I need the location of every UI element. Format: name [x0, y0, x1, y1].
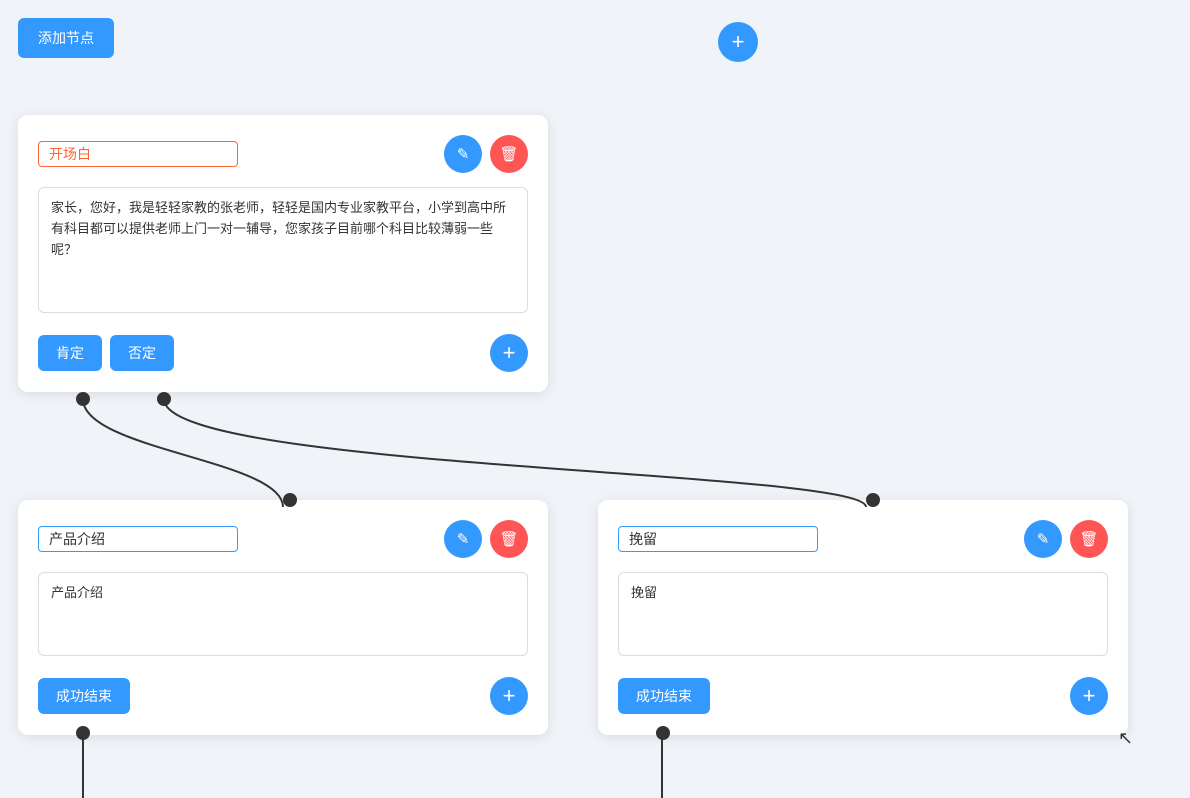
header-buttons: ✎ 🗑 — [444, 520, 528, 558]
node-title-input[interactable] — [38, 526, 238, 552]
delete-button[interactable]: 🗑 — [490, 135, 528, 173]
add-response-button[interactable]: + — [1070, 677, 1108, 715]
node-textarea[interactable]: 挽留 — [618, 572, 1108, 656]
node-footer: 成功结束 + — [38, 677, 528, 715]
trash-icon: 🗑 — [499, 145, 518, 163]
node-textarea[interactable]: 产品介绍 — [38, 572, 528, 656]
node-textarea[interactable]: 家长，您好，我是轻轻家教的张老师，轻轻是国内专业家教平台，小学到高中所有科目都可… — [38, 187, 528, 313]
trash-icon: 🗑 — [1079, 530, 1098, 548]
edit-icon: ✎ — [1037, 530, 1050, 548]
cursor-icon: ↖ — [1118, 728, 1133, 749]
no-connector-dot — [157, 392, 171, 406]
node-footer: 肯定 否定 + — [38, 334, 528, 372]
delete-button[interactable]: 🗑 — [1070, 520, 1108, 558]
node-wanliu: ✎ 🗑 挽留 成功结束 + — [598, 500, 1128, 735]
edit-icon: ✎ — [457, 530, 470, 548]
node-kaichang: ✎ 🗑 家长，您好，我是轻轻家教的张老师，轻轻是国内专业家教平台，小学到高中所有… — [18, 115, 548, 392]
delete-button[interactable]: 🗑 — [490, 520, 528, 558]
end-button[interactable]: 成功结束 — [38, 678, 130, 714]
yes-connector-dot — [76, 392, 90, 406]
node3-end-dot — [656, 726, 670, 740]
edit-icon: ✎ — [457, 145, 470, 163]
end-button[interactable]: 成功结束 — [618, 678, 710, 714]
node-product: ✎ 🗑 产品介绍 成功结束 + — [18, 500, 548, 735]
toolbar: 添加节点 — [18, 18, 114, 58]
trash-icon: 🗑 — [499, 530, 518, 548]
add-node-button[interactable]: 添加节点 — [18, 18, 114, 58]
node-header: ✎ 🗑 — [38, 520, 528, 558]
edit-button[interactable]: ✎ — [1024, 520, 1062, 558]
node-footer: 成功结束 + — [618, 677, 1108, 715]
node-title-input[interactable] — [618, 526, 818, 552]
node3-incoming-dot — [866, 493, 880, 507]
edit-button[interactable]: ✎ — [444, 520, 482, 558]
header-buttons: ✎ 🗑 — [444, 135, 528, 173]
yes-button[interactable]: 肯定 — [38, 335, 102, 371]
add-response-button[interactable]: + — [490, 677, 528, 715]
node-header: ✎ 🗑 — [618, 520, 1108, 558]
node-header: ✎ 🗑 — [38, 135, 528, 173]
no-button[interactable]: 否定 — [110, 335, 174, 371]
node2-incoming-dot — [283, 493, 297, 507]
header-buttons: ✎ 🗑 — [1024, 520, 1108, 558]
float-add-button[interactable]: + — [718, 22, 758, 62]
node2-end-dot — [76, 726, 90, 740]
edit-button[interactable]: ✎ — [444, 135, 482, 173]
node-title-input[interactable] — [38, 141, 238, 167]
add-response-button[interactable]: + — [490, 334, 528, 372]
